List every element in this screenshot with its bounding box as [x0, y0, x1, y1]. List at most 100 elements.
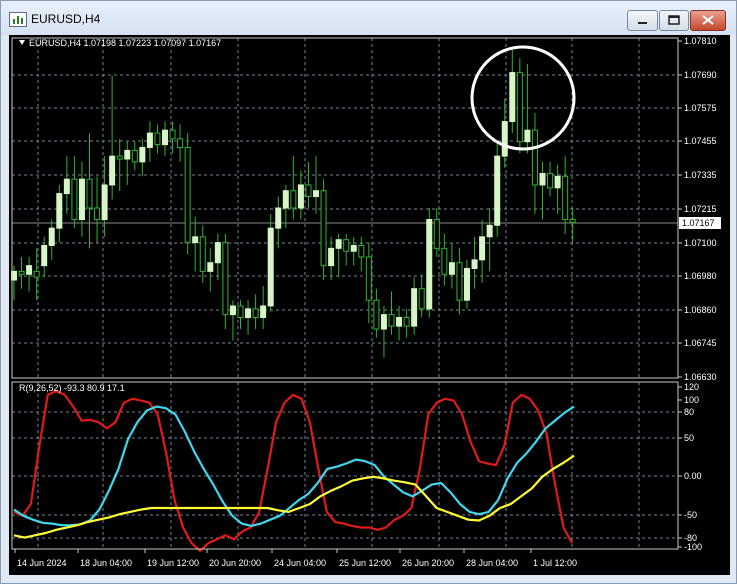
candle-body	[48, 227, 55, 246]
candle-body	[63, 178, 70, 195]
highlight-circle	[470, 45, 576, 151]
candle-body	[562, 175, 569, 221]
candle-body	[26, 265, 33, 275]
time-tick-label: 26 Jun 20:00	[402, 558, 454, 568]
time-tick-label: 14 Jun 2024	[17, 558, 67, 568]
indicator-label: R(9,26,52) -93.3 80.9 17.1	[19, 383, 125, 393]
current-price-label: 1.07167	[682, 218, 715, 228]
cyan-line	[13, 405, 575, 527]
price-tick-label: 1.07575	[684, 103, 717, 113]
candle-body	[169, 129, 176, 140]
maximize-button[interactable]	[659, 10, 689, 31]
red-line	[13, 389, 573, 553]
price-tick-label: 1.07690	[684, 70, 717, 80]
candle-body	[403, 316, 410, 327]
candle-body	[252, 308, 259, 318]
candle-body	[373, 299, 380, 330]
candle-body	[267, 227, 274, 307]
candle-body	[116, 155, 123, 160]
candle-body	[86, 178, 93, 209]
candle-body	[154, 132, 161, 146]
candle-body	[350, 244, 357, 252]
candle-body	[531, 129, 538, 186]
price-tick-label: 1.06745	[684, 338, 717, 348]
candle-body	[146, 132, 153, 148]
candle-body	[56, 193, 63, 229]
ind-tick-label: 80	[684, 407, 694, 417]
time-tick-label: 24 Jun 04:00	[274, 558, 326, 568]
time-tick-label: 19 Jun 12:00	[147, 558, 199, 568]
chart-window-icon	[9, 12, 27, 27]
close-button[interactable]	[690, 10, 726, 31]
close-icon	[702, 15, 714, 25]
candle-body	[509, 72, 516, 123]
candle-body	[222, 242, 229, 316]
candle-body	[396, 316, 403, 327]
candles	[11, 46, 576, 358]
ind-tick-label: 50	[684, 433, 694, 443]
candle-body	[282, 190, 289, 209]
candle-body	[554, 175, 561, 189]
candle-body	[313, 190, 319, 197]
candle-body	[131, 149, 138, 163]
candle-body	[320, 190, 327, 267]
candle-body	[418, 288, 425, 310]
candle-body	[290, 190, 297, 209]
candle-body	[569, 219, 576, 223]
candle-body	[275, 207, 282, 229]
time-tick-label: 18 Jun 04:00	[80, 558, 132, 568]
candle-body	[494, 155, 501, 226]
candle-body	[516, 72, 523, 143]
minimize-icon	[638, 22, 647, 24]
window-title: EURUSD,H4	[31, 12, 101, 26]
candle-body	[486, 224, 493, 238]
title-bar[interactable]: EURUSD,H4	[1, 1, 736, 35]
ind-tick-label: 100	[684, 395, 699, 405]
candle-body	[207, 262, 214, 272]
candle-body	[358, 244, 365, 258]
candle-body	[501, 121, 508, 157]
chart-area[interactable]: 1.07810 1.07690 1.07575 1.07455 1.07335 1.072…	[9, 35, 730, 575]
candle-body	[94, 207, 101, 221]
candle-body	[139, 146, 146, 163]
yellow-line	[13, 454, 575, 539]
ind-tick-label: -50	[684, 510, 697, 520]
candle-body	[388, 314, 395, 327]
indicator-lines	[13, 389, 575, 553]
candle-body	[365, 256, 372, 301]
dropdown-triangle-icon[interactable]	[19, 40, 25, 45]
price-tick-label: 1.07215	[684, 204, 717, 214]
price-tick-label: 1.07810	[684, 36, 717, 46]
chart-header-text: EURUSD,H4 1.07198 1.07223 1.07097 1.0716…	[29, 38, 222, 48]
candle-body	[411, 288, 418, 327]
candle-body	[199, 236, 206, 272]
candle-body	[162, 129, 168, 146]
candle-body	[456, 262, 463, 301]
candle-body	[479, 236, 486, 261]
candle-body	[229, 305, 236, 316]
candle-body	[33, 270, 40, 278]
candle-body	[426, 219, 433, 310]
ind-tick-label: 0.00	[684, 471, 702, 481]
minimize-button[interactable]	[627, 10, 658, 31]
candle-body	[192, 236, 199, 244]
axes: 1.07810 1.07690 1.07575 1.07455 1.07335 1.072…	[11, 36, 721, 568]
candle-body	[124, 149, 131, 160]
price-tick-label: 1.07455	[684, 136, 717, 146]
candle-body	[328, 247, 335, 267]
price-chart-svg[interactable]: 1.07810 1.07690 1.07575 1.07455 1.07335 1.072…	[9, 35, 730, 575]
price-tick-label: 1.06630	[684, 372, 717, 382]
candle-body	[214, 242, 221, 264]
candle-body	[305, 184, 312, 197]
candle-body	[335, 239, 342, 249]
candle-body	[237, 305, 244, 318]
time-tick-label: 20 Jun 20:00	[209, 558, 261, 568]
price-tick-label: 1.06980	[684, 271, 717, 281]
candle-body	[380, 314, 387, 330]
candle-body	[433, 219, 440, 249]
candle-body	[524, 129, 531, 143]
candle-body	[539, 172, 546, 186]
ind-tick-label: 120	[684, 382, 699, 392]
candle-body	[245, 308, 252, 318]
candle-body	[343, 239, 350, 252]
